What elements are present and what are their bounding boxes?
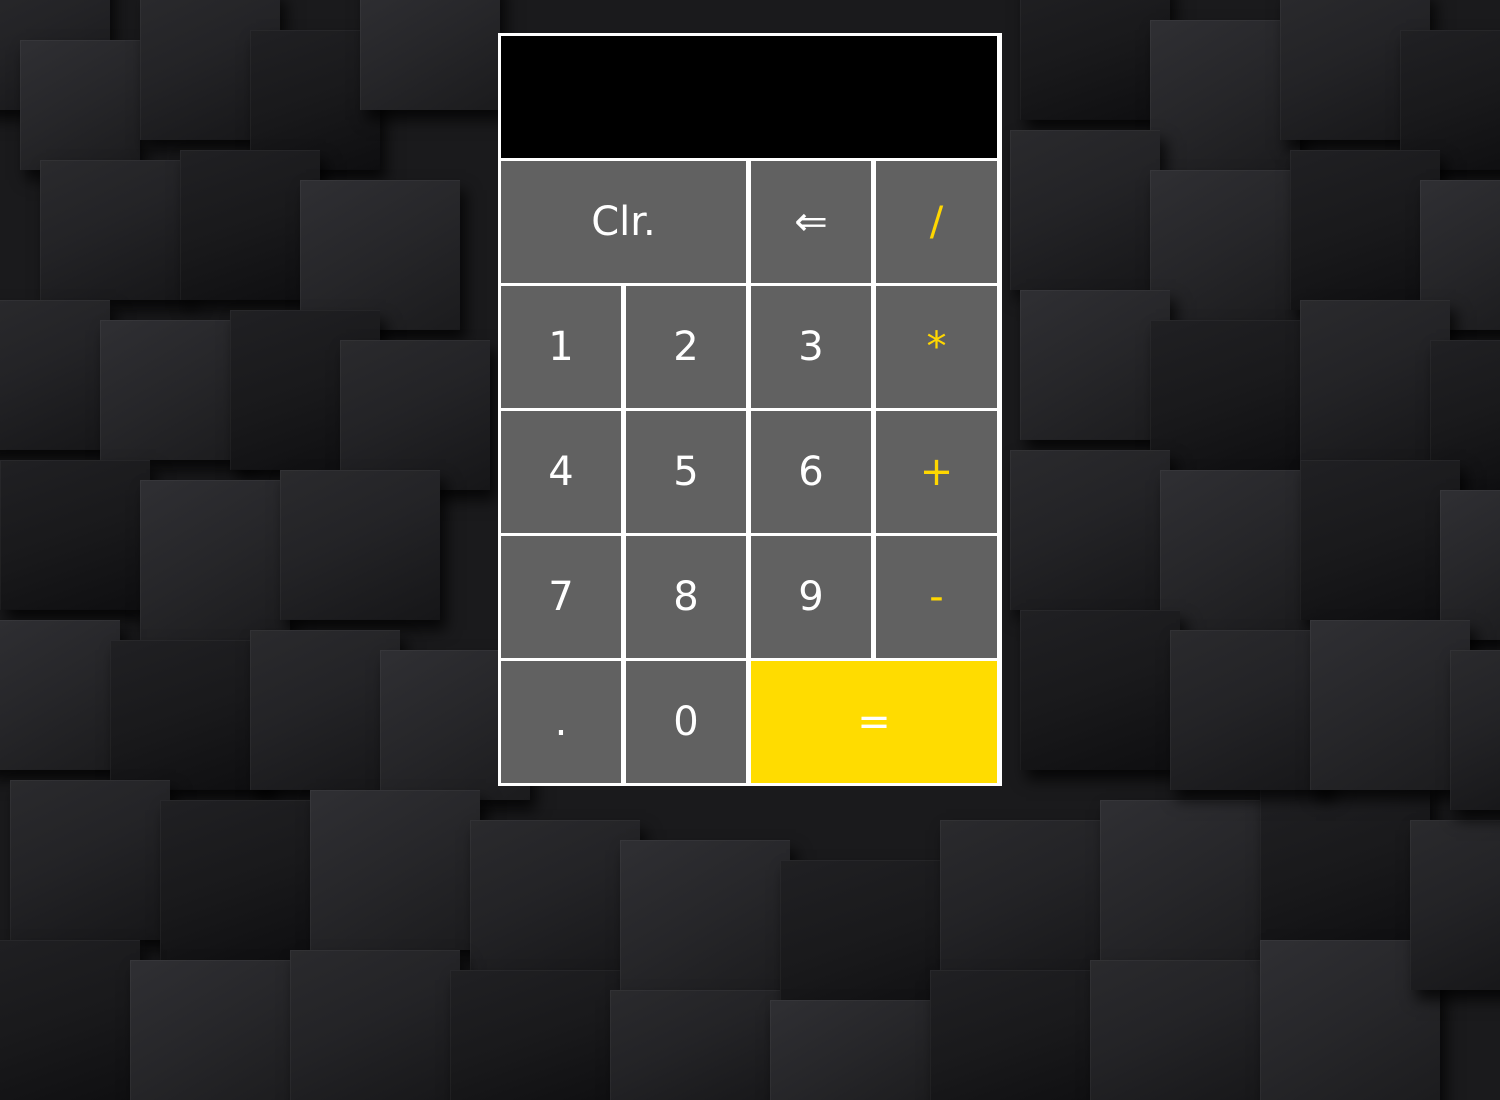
digit-5-button[interactable]: 5: [626, 411, 746, 533]
add-button[interactable]: +: [876, 411, 997, 533]
digit-4-button[interactable]: 4: [501, 411, 621, 533]
divide-button[interactable]: /: [876, 161, 997, 283]
digit-2-button[interactable]: 2: [626, 286, 746, 408]
digit-7-button[interactable]: 7: [501, 536, 621, 658]
digit-6-button[interactable]: 6: [751, 411, 871, 533]
backspace-button[interactable]: ⇐: [751, 161, 871, 283]
decimal-button[interactable]: .: [501, 661, 621, 783]
digit-8-button[interactable]: 8: [626, 536, 746, 658]
digit-3-button[interactable]: 3: [751, 286, 871, 408]
clear-button[interactable]: Clr.: [501, 161, 746, 283]
digit-9-button[interactable]: 9: [751, 536, 871, 658]
digit-0-button[interactable]: 0: [626, 661, 746, 783]
equals-button[interactable]: =: [751, 661, 997, 783]
digit-1-button[interactable]: 1: [501, 286, 621, 408]
multiply-button[interactable]: *: [876, 286, 997, 408]
calculator-display: [501, 36, 997, 158]
calculator: Clr. ⇐ / 1 2 3 * 4 5 6 + 7 8 9 - . 0 =: [498, 33, 1002, 786]
subtract-button[interactable]: -: [876, 536, 997, 658]
